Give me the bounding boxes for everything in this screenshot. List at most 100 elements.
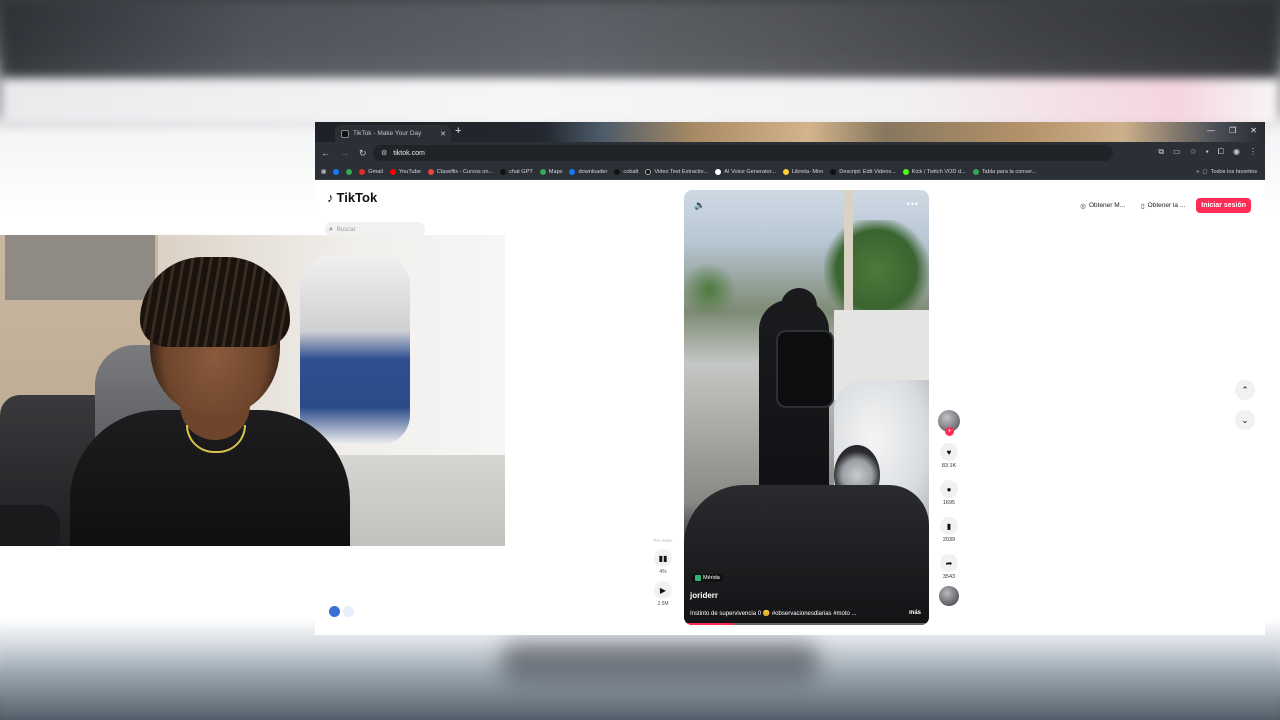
- share-icon: ➦: [945, 558, 953, 568]
- volume-icon[interactable]: 🔈: [694, 200, 705, 211]
- video-player[interactable]: 🔈 ••• Mérida joriderr Instinto de superv…: [684, 190, 929, 625]
- follow-plus-icon[interactable]: +: [945, 427, 954, 436]
- location-label: Mérida: [703, 575, 720, 581]
- bookmark-item[interactable]: Video Text Extractio...: [645, 168, 709, 175]
- bookmark-favicon-icon: [389, 168, 396, 175]
- back-icon[interactable]: ←: [321, 148, 330, 158]
- bookmark-favicon-icon: [645, 168, 652, 175]
- bookmark-favicon-icon: [902, 168, 909, 175]
- get-coins-button[interactable]: ▯ Obtener la ...: [1136, 199, 1190, 213]
- bar-chart-icon: ▮▮: [658, 553, 668, 563]
- bookmark-star-icon[interactable]: ☆: [1190, 147, 1197, 157]
- comment-button[interactable]: ●: [940, 480, 958, 498]
- close-window-icon[interactable]: ✕: [1250, 126, 1257, 135]
- get-app-badge[interactable]: [329, 606, 354, 617]
- video-caption: Instinto de supervivencia 0 😊 #observaci…: [690, 611, 857, 617]
- bookmark-facebook[interactable]: [333, 168, 340, 175]
- stats-button[interactable]: ▮▮: [654, 549, 672, 567]
- previous-video-button[interactable]: ⌃: [1235, 380, 1255, 400]
- tiktok-logo[interactable]: ♪ TikTok: [327, 190, 377, 205]
- bookmark-icon: ▮: [946, 521, 952, 531]
- forward-icon[interactable]: →: [340, 148, 349, 158]
- like-count: 83.1K: [941, 463, 957, 469]
- bookmark-drive[interactable]: [346, 168, 353, 175]
- bookmark-item[interactable]: chat GPT: [500, 168, 533, 175]
- site-info-icon[interactable]: ⚙: [381, 149, 387, 157]
- video-progress-bar[interactable]: [684, 623, 929, 625]
- poll-label: Pro votes: [653, 538, 673, 543]
- toolbar-right-icons: ⧉ ▭ ☆ ▪ ⧠ ◉ ⋮: [1158, 147, 1257, 157]
- browser-tab[interactable]: TikTok - Make Your Day ✕: [335, 125, 451, 142]
- get-app-label: Obtener M...: [1088, 202, 1126, 209]
- bookmark-label: Video Text Extractio...: [654, 168, 709, 175]
- bookmark-label: Libreta- Miro: [791, 168, 824, 175]
- reload-icon[interactable]: ↻: [359, 148, 367, 159]
- video-scene-backpack: [776, 330, 834, 408]
- bookmark-label: Claseflix - Cursos on...: [436, 168, 494, 175]
- login-button[interactable]: Iniciar sesión: [1196, 198, 1251, 213]
- get-coins-label: Obtener la ...: [1147, 202, 1186, 209]
- webcam-bg-chair: [300, 255, 410, 445]
- webcam-bg-frame: [5, 235, 155, 300]
- bookmark-item[interactable]: cobalt: [614, 168, 639, 175]
- chevron-right-icon: »: [1196, 168, 1200, 175]
- get-app-button[interactable]: ◎ Obtener M...: [1075, 199, 1130, 213]
- extension-icon[interactable]: ▪: [1206, 147, 1209, 157]
- bookmark-favicon-icon: [830, 168, 837, 175]
- bookmark-item[interactable]: Kick / Twitch VOD d...: [902, 168, 966, 175]
- bookmark-favicon-icon: [569, 168, 576, 175]
- bookmark-item[interactable]: Tabla para la conver...: [972, 168, 1037, 175]
- folder-icon: ▢: [1202, 168, 1208, 175]
- header-actions: ◎ Obtener M... ▯ Obtener la ... Iniciar se…: [1075, 198, 1251, 213]
- address-bar[interactable]: ⚙ tiktok.com: [373, 145, 1113, 161]
- bookmark-item[interactable]: YouTube: [389, 168, 421, 175]
- window-controls: — ❐ ✕: [1207, 126, 1257, 135]
- menu-icon[interactable]: ⋮: [1249, 147, 1257, 157]
- all-bookmarks-folder[interactable]: » ▢ Todos los favoritos: [1196, 169, 1257, 175]
- apps-grid-icon[interactable]: ▦: [321, 169, 326, 175]
- location-pin-icon: [695, 575, 701, 581]
- save-count: 2039: [942, 537, 956, 543]
- play-icon: ▶: [659, 585, 667, 595]
- new-tab-icon[interactable]: +: [455, 126, 461, 137]
- bookmark-item[interactable]: Gmail: [359, 168, 383, 175]
- bookmark-item[interactable]: downloader: [569, 168, 607, 175]
- bookmark-label: Gmail: [368, 168, 383, 175]
- bookmark-item[interactable]: Claseflix - Cursos on...: [427, 168, 494, 175]
- extensions-puzzle-icon[interactable]: ⧠: [1218, 147, 1224, 157]
- bookmark-favicon-icon: [427, 168, 434, 175]
- profile-icon[interactable]: ◉: [1233, 147, 1240, 157]
- more-options-icon[interactable]: •••: [907, 199, 919, 209]
- bookmark-item[interactable]: AI Voice Generator...: [715, 168, 776, 175]
- share-button[interactable]: ➦: [940, 554, 958, 572]
- translate-icon[interactable]: ⧉: [1158, 147, 1164, 157]
- address-text: tiktok.com: [393, 149, 425, 157]
- webcam-bg-floor: [330, 455, 505, 546]
- heart-icon: ♥: [946, 447, 952, 457]
- webcam-person-hair: [140, 257, 290, 347]
- tab-title: TikTok - Make Your Day: [353, 130, 422, 137]
- bookmark-label: cobalt: [623, 168, 639, 175]
- sound-disc-avatar[interactable]: [939, 586, 959, 606]
- webcam-overlay: [0, 235, 505, 546]
- save-button[interactable]: ▮: [940, 517, 958, 535]
- blurred-background-top-light: [0, 78, 1280, 128]
- bookmark-label: Kick / Twitch VOD d...: [911, 168, 966, 175]
- play-button[interactable]: ▶: [654, 581, 672, 599]
- next-video-button[interactable]: ⌄: [1235, 410, 1255, 430]
- minimize-icon[interactable]: —: [1207, 126, 1215, 135]
- location-tag[interactable]: Mérida: [692, 574, 723, 582]
- like-button[interactable]: ♥: [940, 443, 958, 461]
- video-author[interactable]: joriderr: [690, 591, 718, 600]
- bookmark-item[interactable]: Descript: Edit Videos...: [830, 168, 896, 175]
- bookmark-item[interactable]: Maps: [539, 168, 562, 175]
- caption-more-link[interactable]: más: [909, 610, 921, 616]
- maximize-icon[interactable]: ❐: [1229, 126, 1236, 135]
- creator-avatar[interactable]: +: [938, 410, 960, 436]
- stats-percent: 4%: [659, 569, 667, 575]
- cast-icon[interactable]: ▭: [1173, 147, 1181, 157]
- bookmark-item[interactable]: Libreta- Miro: [782, 168, 824, 175]
- chevron-down-icon: ⌄: [1241, 414, 1249, 425]
- bookmark-label: YouTube: [398, 168, 421, 175]
- tab-close-icon[interactable]: ✕: [440, 130, 446, 138]
